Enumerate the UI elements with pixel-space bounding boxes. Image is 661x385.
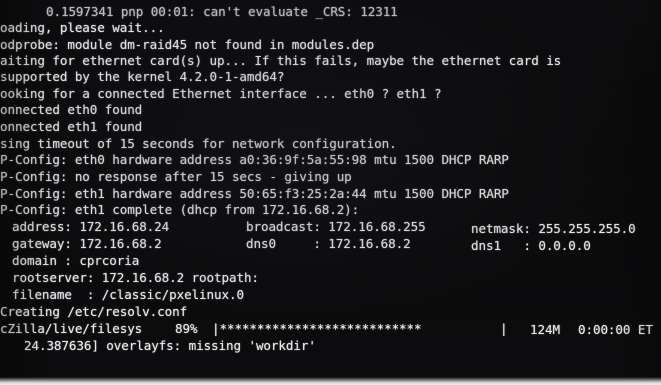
net-filename: filename : /classic/pxelinux.0 (12, 287, 244, 302)
progress-eta: 0:00:00 ET (578, 322, 653, 337)
progress-bar: |*************************** (212, 321, 422, 336)
console-line: onnected eth0 found (0, 102, 143, 117)
console-line: sing timeout of 15 seconds for network c… (0, 136, 397, 151)
net-rootserver: rootserver: 172.16.68.2 rootpath: (12, 270, 259, 285)
boot-console: 0.1597341 pnp 00:01: can't evaluate _CRS… (0, 0, 661, 385)
console-line: supported by the kernel 4.2.0-1-amd64? (0, 69, 285, 84)
console-line: P-Config: eth0 hardware address a0:36:9f… (0, 152, 509, 167)
terminal-photo: 0.1597341 pnp 00:01: can't evaluate _CRS… (0, 0, 661, 385)
net-dns1: dns1 : 0.0.0.0 (471, 238, 591, 253)
progress-size: 124M (530, 322, 560, 337)
console-line: oading, please wait... (0, 20, 165, 35)
net-netmask: netmask: 255.255.255.0 (471, 221, 636, 236)
console-line: P-Config: eth1 hardware address 50:65:f3… (0, 186, 509, 201)
progress-path: cZilla/live/filesys (0, 321, 143, 336)
progress-separator: | (500, 321, 508, 336)
net-broadcast: broadcast: 172.16.68.255 (246, 219, 426, 234)
net-address: address: 172.16.68.24 (12, 219, 170, 234)
overlay-line: 24.387636] overlayfs: missing 'workdir' (24, 338, 316, 353)
net-dns0: dns0 : 172.16.68.2 (246, 236, 411, 251)
console-line: P-Config: no response after 15 secs - gi… (0, 169, 352, 184)
console-line: onnected eth1 found (0, 119, 143, 134)
console-line: aiting for ethernet card(s) up... If thi… (0, 53, 562, 68)
net-gateway: gateway: 172.16.68.2 (12, 236, 162, 251)
console-line: P-Config: eth1 complete (dhcp from 172.1… (0, 202, 360, 217)
monitor-bezel (0, 377, 661, 385)
resolv-line: Creating /etc/resolv.conf (0, 304, 188, 319)
progress-percent: 89% (175, 321, 198, 336)
console-line: ooking for a connected Ethernet interfac… (0, 86, 442, 101)
console-line: 0.1597341 pnp 00:01: can't evaluate _CRS… (46, 4, 398, 19)
console-line: odprobe: module dm-raid45 not found in m… (0, 37, 375, 52)
net-domain: domain : cprcoria (12, 253, 140, 268)
